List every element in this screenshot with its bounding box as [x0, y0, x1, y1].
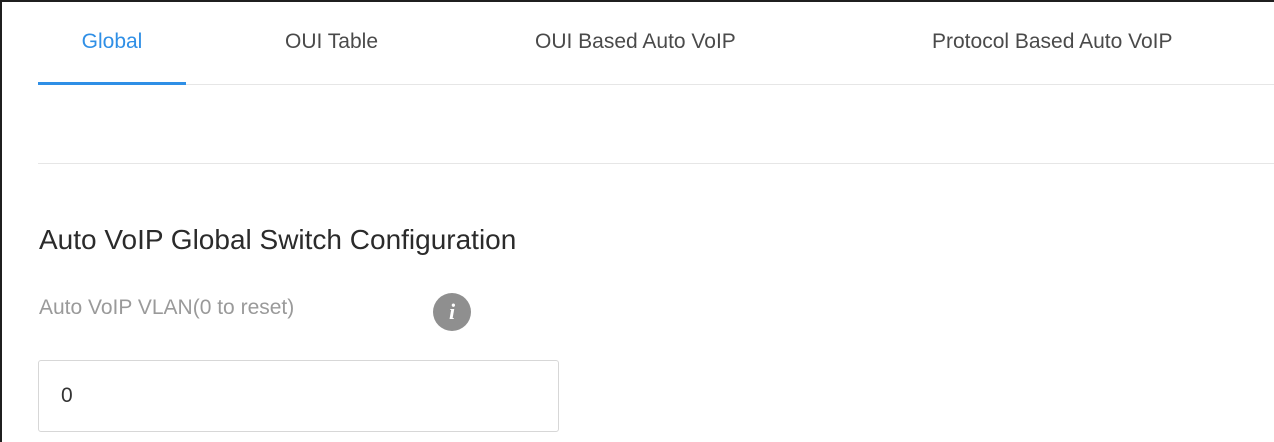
tab-oui-table-label: OUI Table	[285, 30, 378, 53]
tab-oui-table[interactable]: OUI Table	[285, 30, 378, 84]
tab-bar: Global OUI Table OUI Based Auto VoIP Pro…	[38, 2, 1274, 85]
vlan-field-label: Auto VoIP VLAN(0 to reset)	[39, 296, 295, 319]
tab-global[interactable]: Global	[38, 30, 186, 85]
page-frame: Global OUI Table OUI Based Auto VoIP Pro…	[0, 0, 1274, 442]
info-icon[interactable]: i	[433, 293, 471, 331]
tab-protocol-based-auto-voip-label: Protocol Based Auto VoIP	[932, 30, 1173, 53]
tab-global-label: Global	[81, 30, 143, 53]
tab-oui-based-auto-voip-label: OUI Based Auto VoIP	[535, 30, 736, 53]
section-title: Auto VoIP Global Switch Configuration	[39, 224, 517, 255]
tab-oui-based-auto-voip[interactable]: OUI Based Auto VoIP	[535, 30, 736, 84]
auto-voip-vlan-input[interactable]	[38, 360, 559, 432]
section-divider	[38, 163, 1274, 164]
tab-protocol-based-auto-voip[interactable]: Protocol Based Auto VoIP	[932, 30, 1173, 84]
